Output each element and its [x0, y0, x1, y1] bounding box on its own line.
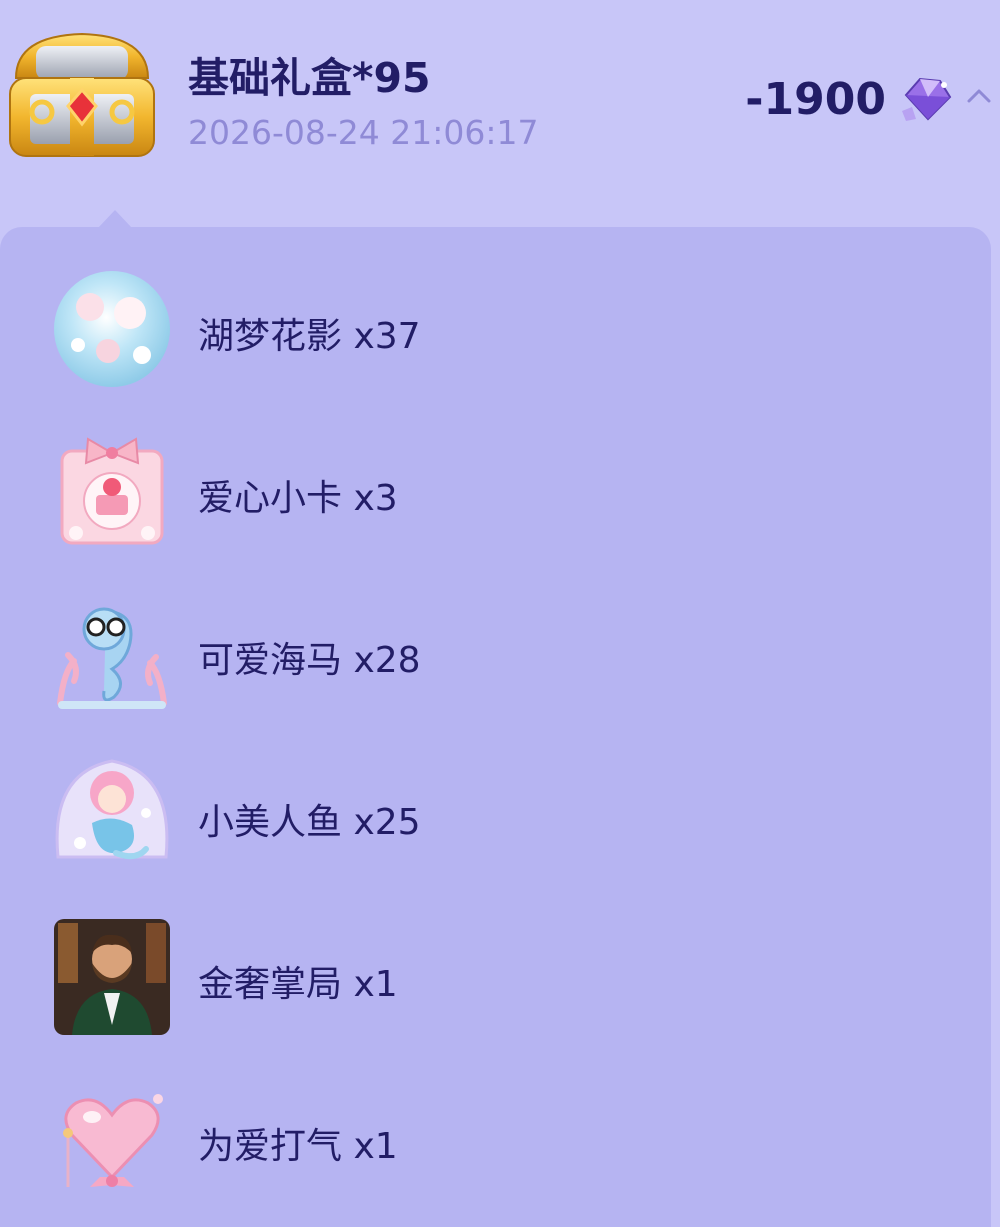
- gift-label: 爱心小卡 x3: [198, 478, 398, 519]
- gift-item: 湖梦花影 x37: [0, 257, 991, 397]
- gift-record-header[interactable]: 基础礼盒*95 2026-08-24 21:06:17 -1900: [0, 0, 1000, 200]
- purple-gem-icon: [902, 77, 952, 121]
- gift-item: 爱心小卡 x3: [0, 419, 991, 559]
- chevron-up-icon[interactable]: [964, 84, 994, 108]
- gift-item: 为爱打气 x1: [0, 1067, 991, 1207]
- pink-heart-balloon-icon: [63, 1094, 163, 1187]
- seahorse-icon: [57, 607, 167, 709]
- treasure-chest-icon: [9, 32, 155, 157]
- gift-label: 湖梦花影 x37: [198, 316, 421, 357]
- gift-item: 可爱海马 x28: [0, 581, 991, 721]
- gift-label: 为爱打气 x1: [198, 1126, 398, 1167]
- mermaid-icon: [55, 759, 169, 860]
- gift-label: 金奢掌局 x1: [198, 964, 398, 1005]
- gift-label: 可爱海马 x28: [198, 640, 421, 681]
- panel-pointer: [98, 210, 132, 228]
- amount-value: -1900: [745, 74, 886, 125]
- gift-contents-panel: 湖梦花影 x37 爱心小卡 x3 可爱海马 x28 小美人鱼 x25 金奢掌局 …: [0, 227, 991, 1227]
- gentleman-portrait-icon: [54, 919, 170, 1035]
- record-timestamp: 2026-08-24 21:06:17: [188, 113, 539, 152]
- gift-item: 小美人鱼 x25: [0, 743, 991, 883]
- pink-bow-card-icon: [60, 437, 164, 545]
- gift-box-title: 基础礼盒*95: [188, 54, 431, 102]
- gift-label: 小美人鱼 x25: [198, 802, 421, 843]
- gift-item: 金奢掌局 x1: [0, 905, 991, 1045]
- flower-bubble-orb-icon: [54, 271, 170, 387]
